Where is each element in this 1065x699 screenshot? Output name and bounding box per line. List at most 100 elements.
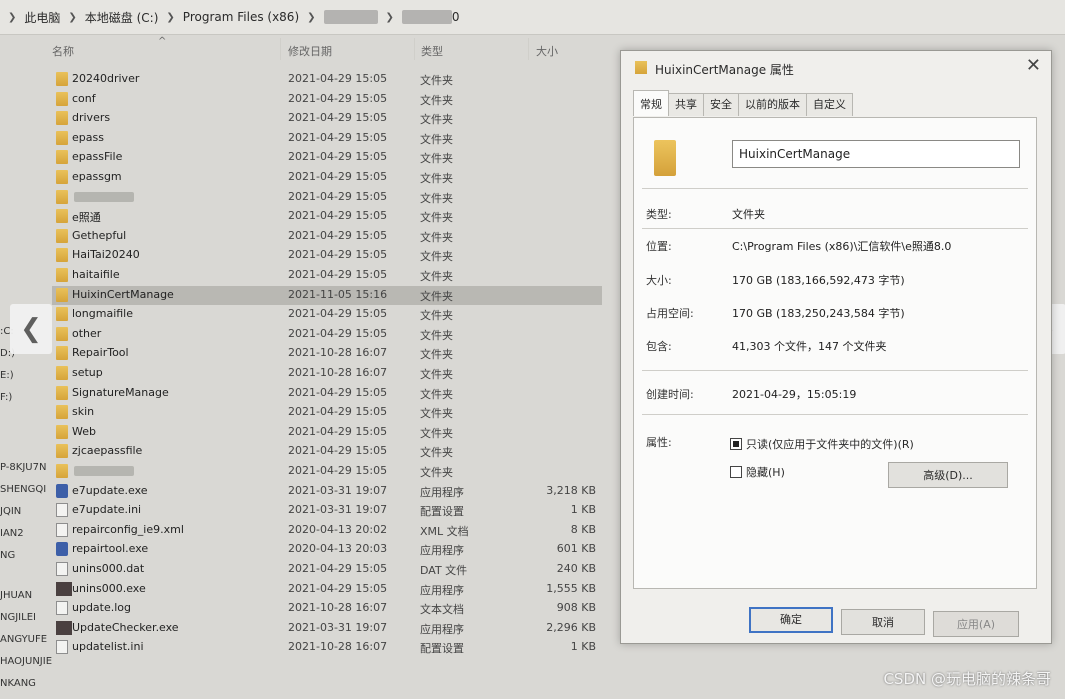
nav-item[interactable]: P-8KJU7N <box>0 462 46 473</box>
file-row[interactable]: 20240driver 2021-04-29 15:05 文件夹 <box>52 70 602 89</box>
divider <box>642 414 1028 415</box>
nav-item[interactable]: NKANG <box>0 678 36 689</box>
nav-item[interactable]: E:) <box>0 370 14 381</box>
file-name: UpdateChecker.exe <box>72 620 179 634</box>
file-date: 2021-04-29 15:05 <box>288 385 388 399</box>
file-row[interactable]: UpdateChecker.exe 2021-03-31 19:07 应用程序 2,2… <box>52 619 602 638</box>
file-name: haitaifile <box>72 268 120 281</box>
file-type: 文件夹 <box>420 250 453 264</box>
file-row[interactable]: RepairTool 2021-10-28 16:07 文件夹 <box>52 344 602 363</box>
general-panel: 类型: 文件夹 位置: C:\Program Files (x86)\汇信软件\… <box>633 117 1037 589</box>
breadcrumb-this-pc[interactable]: 此电脑 <box>24 9 60 26</box>
file-row[interactable]: 2021-04-29 15:05 文件夹 <box>52 188 602 207</box>
file-row[interactable]: Gethepful 2021-04-29 15:05 文件夹 <box>52 227 602 246</box>
column-divider[interactable] <box>280 38 281 60</box>
divider <box>642 228 1028 229</box>
file-row[interactable]: epassgm 2021-04-29 15:05 文件夹 <box>52 168 602 187</box>
redacted-segment <box>323 10 378 24</box>
file-row[interactable]: e7update.exe 2021-03-31 19:07 应用程序 3,218 KB <box>52 482 602 501</box>
tab-previous-versions[interactable]: 以前的版本 <box>738 93 807 116</box>
tab-sharing[interactable]: 共享 <box>668 93 704 116</box>
file-name: RepairTool <box>72 346 129 360</box>
file-row[interactable]: HuixinCertManage 2021-11-05 15:16 文件夹 <box>52 285 602 305</box>
file-type: 应用程序 <box>420 485 464 499</box>
folder-icon <box>56 444 68 459</box>
folder-icon <box>56 228 68 243</box>
file-row[interactable]: haitaifile 2021-04-29 15:05 文件夹 <box>52 266 602 285</box>
file-row[interactable]: repairtool.exe 2020-04-13 20:03 应用程序 601 KB <box>52 540 602 559</box>
file-name: unins000.dat <box>72 562 145 575</box>
file-type: 文件夹 <box>420 368 453 381</box>
file-row[interactable]: setup 2021-10-28 16:07 文件夹 <box>52 364 602 383</box>
nav-item[interactable]: SHENGQI <box>0 484 46 495</box>
file-row[interactable]: update.log 2021-10-28 16:07 文本文档 908 KB <box>52 599 602 618</box>
file-date: 2021-03-31 19:07 <box>288 620 388 634</box>
tab-general[interactable]: 常规 <box>633 90 669 116</box>
readonly-checkbox[interactable]: 只读(仅应用于文件夹中的文件)(R) <box>730 436 914 452</box>
readonly-label: 只读(仅应用于文件夹中的文件)(R) <box>746 438 914 451</box>
nav-item[interactable]: NGJILEI <box>0 612 36 623</box>
file-size: 908 KB <box>556 601 596 615</box>
tab-security[interactable]: 安全 <box>703 93 739 116</box>
file-row[interactable]: 2021-04-29 15:05 文件夹 <box>52 462 602 481</box>
breadcrumb-current-fragment[interactable]: 0 <box>452 10 460 24</box>
file-name: Web <box>72 424 96 438</box>
previous-image-button[interactable]: ❮ <box>10 304 52 354</box>
ok-button[interactable]: 确定 <box>749 607 833 633</box>
nav-item[interactable]: JQIN <box>0 506 21 517</box>
apply-button[interactable]: 应用(A) <box>933 611 1019 637</box>
dialog-titlebar[interactable]: HuixinCertManage 属性 ✕ <box>621 51 1051 85</box>
file-type: 文件夹 <box>420 132 453 146</box>
properties-dialog: HuixinCertManage 属性 ✕ 常规 共享 安全 以前的版本 自定义… <box>620 50 1052 644</box>
file-row[interactable]: other 2021-04-29 15:05 文件夹 <box>52 325 602 344</box>
file-row[interactable]: unins000.dat 2021-04-29 15:05 DAT 文件 240 KB <box>52 560 602 579</box>
type-value: 文件夹 <box>732 208 765 221</box>
application-icon <box>56 581 72 596</box>
file-row[interactable]: e照通 2021-04-29 15:05 文件夹 <box>52 207 602 226</box>
column-divider[interactable] <box>528 38 529 60</box>
advanced-button[interactable]: 高级(D)... <box>888 462 1008 488</box>
tab-customize[interactable]: 自定义 <box>806 93 853 116</box>
close-button[interactable]: ✕ <box>1026 55 1041 76</box>
folder-name-input[interactable] <box>732 140 1020 168</box>
column-modified[interactable]: 修改日期 <box>288 43 332 59</box>
file-row[interactable]: epassFile 2021-04-29 15:05 文件夹 <box>52 148 602 167</box>
file-row[interactable]: Web 2021-04-29 15:05 文件夹 <box>52 423 602 442</box>
file-row[interactable]: unins000.exe 2021-04-29 15:05 应用程序 1,555 KB <box>52 580 602 599</box>
address-bar[interactable]: ❯ 此电脑 ❯ 本地磁盘 (C:) ❯ Program Files (x86) … <box>0 0 1065 35</box>
file-type: 文件夹 <box>420 289 453 303</box>
file-icon <box>56 601 68 616</box>
file-row[interactable]: HaiTai20240 2021-04-29 15:05 文件夹 <box>52 246 602 265</box>
breadcrumb-program-files[interactable]: Program Files (x86) <box>183 10 299 24</box>
file-row[interactable]: repairconfig_ie9.xml 2020-04-13 20:02 XML … <box>52 521 602 540</box>
column-name[interactable]: 名称 <box>52 43 74 59</box>
file-row[interactable]: drivers 2021-04-29 15:05 文件夹 <box>52 109 602 128</box>
file-date: 2021-04-29 15:05 <box>288 130 388 144</box>
file-row[interactable]: skin 2021-04-29 15:05 文件夹 <box>52 403 602 422</box>
location-label: 位置: <box>646 240 672 253</box>
breadcrumb-drive-c[interactable]: 本地磁盘 (C:) <box>85 9 159 26</box>
nav-item[interactable]: HAOJUNJIE <box>0 656 52 667</box>
file-row[interactable]: SignatureManage 2021-04-29 15:05 文件夹 <box>52 384 602 403</box>
column-type[interactable]: 类型 <box>421 43 443 59</box>
file-name: repairtool.exe <box>72 542 149 556</box>
nav-item[interactable]: F:) <box>0 392 12 403</box>
hidden-checkbox[interactable]: 隐藏(H) <box>730 464 785 480</box>
file-date: 2020-04-13 20:03 <box>288 542 388 556</box>
nav-item[interactable]: IAN2 <box>0 528 24 539</box>
nav-item[interactable]: ANGYUFE <box>0 634 47 645</box>
file-row[interactable]: zjcaepassfile 2021-04-29 15:05 文件夹 <box>52 442 602 461</box>
nav-item[interactable]: JHUAN <box>0 590 32 601</box>
file-type: 文件夹 <box>420 328 453 342</box>
cancel-button[interactable]: 取消 <box>841 609 925 635</box>
file-row[interactable]: longmaifile 2021-04-29 15:05 文件夹 <box>52 305 602 324</box>
file-name: skin <box>72 405 95 419</box>
file-row[interactable]: e7update.ini 2021-03-31 19:07 配置设置 1 KB <box>52 501 602 520</box>
file-row[interactable]: conf 2021-04-29 15:05 文件夹 <box>52 90 602 109</box>
column-size[interactable]: 大小 <box>536 43 558 59</box>
file-row[interactable]: updatelist.ini 2021-10-28 16:07 配置设置 1 KB <box>52 638 602 657</box>
file-row[interactable]: epass 2021-04-29 15:05 文件夹 <box>52 129 602 148</box>
nav-item[interactable]: NG <box>0 550 15 561</box>
column-divider[interactable] <box>414 38 415 60</box>
redacted-name <box>74 191 134 202</box>
